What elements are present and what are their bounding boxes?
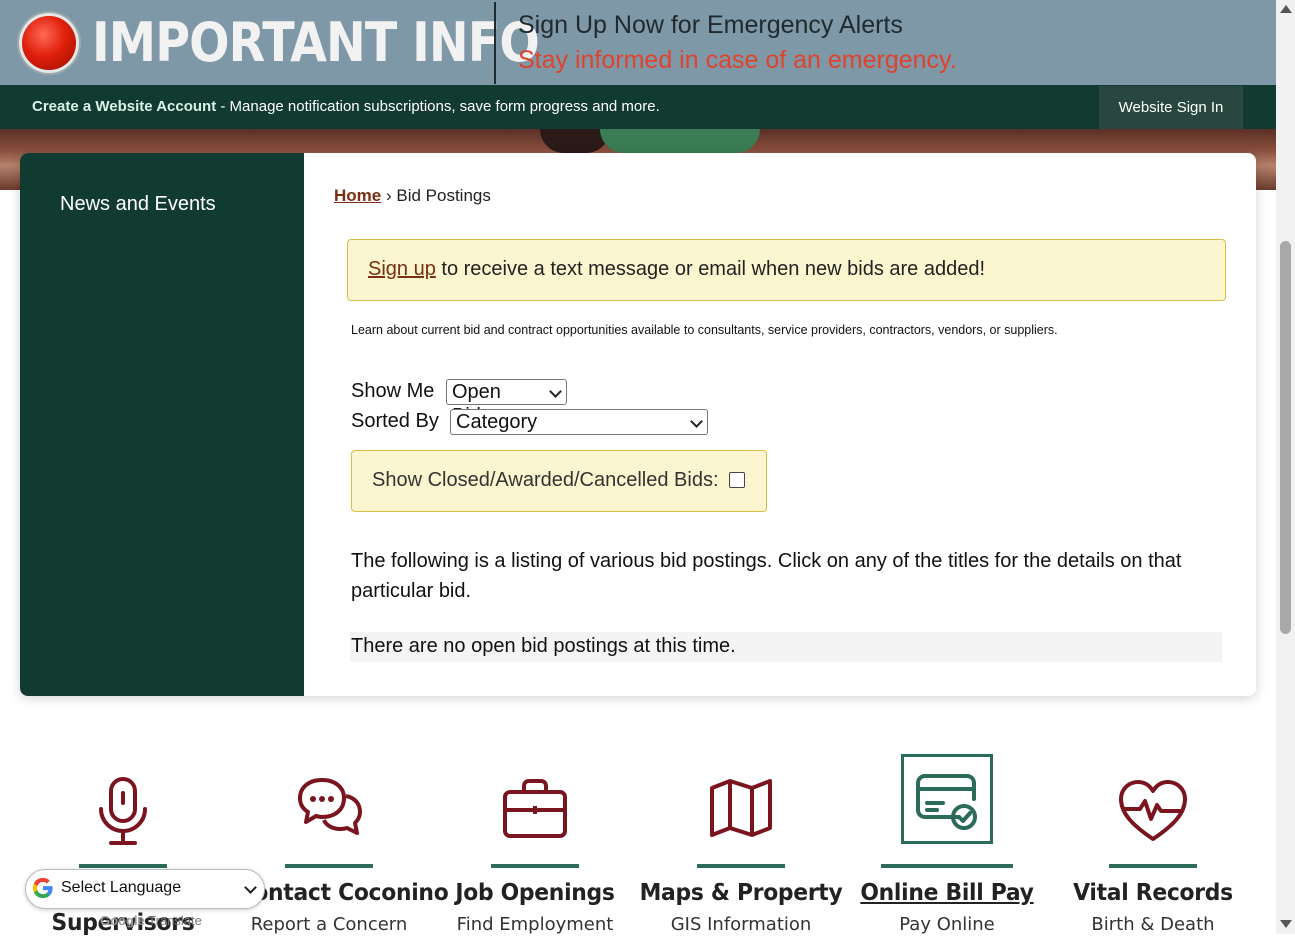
quick-link-online-bill-pay[interactable]: Online Bill Pay [860,880,1034,906]
scrollbar-thumb[interactable] [1280,241,1291,634]
sidebar-item-news-and-events[interactable]: News and Events [60,193,216,216]
closed-bids-checkbox[interactable] [729,472,745,488]
map-icon[interactable] [709,778,773,838]
language-select-label: Select Language [61,879,182,896]
create-account-link[interactable]: Create a Website Account [32,98,216,115]
breadcrumb-separator: › [385,186,392,205]
quick-link-divider [79,864,167,868]
listing-description: The following is a listing of various bi… [351,550,1182,602]
google-logo: Google [100,913,145,928]
signup-notice-text: Sign up to receive a text message or ema… [368,258,985,281]
quick-link-vital-records[interactable]: Vital Records [1073,880,1233,906]
quick-link-job-openings[interactable]: Job Openings [455,880,615,906]
sorted-by-value: Category [456,411,538,433]
scroll-up-arrow-icon[interactable] [1280,5,1292,13]
account-bar-text: Create a Website Account - Manage notifi… [32,98,660,115]
breadcrumb: Home › Bid Postings [334,186,491,206]
breadcrumb-current: Bid Postings [396,186,491,205]
quick-link-divider [881,864,1013,868]
intro-text: Learn about current bid and contract opp… [351,323,1058,337]
breadcrumb-home-link[interactable]: Home [334,186,381,205]
account-description: - Manage notification subscriptions, sav… [216,98,660,115]
quick-link-divider [697,864,785,868]
scroll-down-arrow-icon[interactable] [1280,920,1292,928]
chat-bubbles-icon[interactable] [296,776,364,838]
card-check-icon [916,774,977,830]
quick-link-contact-coconino[interactable]: Contact Coconino [238,880,449,906]
show-me-select[interactable]: Open Bids [446,379,567,427]
sorted-by-label: Sorted By [351,410,439,432]
show-me-label: Show Me [351,380,435,402]
chevron-down-icon [549,385,562,398]
quick-link-billpay-subtitle: Pay Online [899,914,995,935]
chevron-down-icon [690,415,703,428]
quick-link-divider [491,864,579,868]
briefcase-icon[interactable] [502,778,568,840]
closed-bids-label: Show Closed/Awarded/Cancelled Bids: [372,469,719,491]
microphone-icon[interactable] [93,775,153,847]
emergency-alerts-link[interactable]: Sign Up Now for Emergency Alerts [518,11,903,40]
quick-link-maps-property[interactable]: Maps & Property [640,880,843,906]
powered-by-google-translate[interactable]: Google Translate [100,913,202,928]
heart-pulse-icon[interactable] [1118,779,1188,843]
quick-link-maps-subtitle: GIS Information [670,914,812,935]
quick-link-divider [1109,864,1197,868]
sign-in-button[interactable]: Website Sign In [1099,86,1243,129]
quick-link-jobs-subtitle: Find Employment [456,914,614,935]
important-info-heading: IMPORTANT INFO [92,11,540,74]
quick-link-divider [285,864,373,868]
signup-notice-message: to receive a text message or email when … [435,258,986,280]
hero-canoe [600,129,760,153]
signup-link[interactable]: Sign up [368,258,436,280]
google-g-icon [32,877,53,899]
sorted-by-select[interactable]: Category [450,409,708,435]
quick-link-vital-subtitle: Birth & Death [1091,914,1215,935]
banner-divider [494,2,496,84]
no-bids-message: There are no open bid postings at this t… [351,635,736,657]
sidebar [20,153,304,696]
quick-link-contact-subtitle: Report a Concern [250,914,408,935]
translate-text: Translate [148,913,202,928]
emergency-alerts-subtitle: Stay informed in case of an emergency. [518,46,957,74]
alert-light-icon [22,16,76,70]
